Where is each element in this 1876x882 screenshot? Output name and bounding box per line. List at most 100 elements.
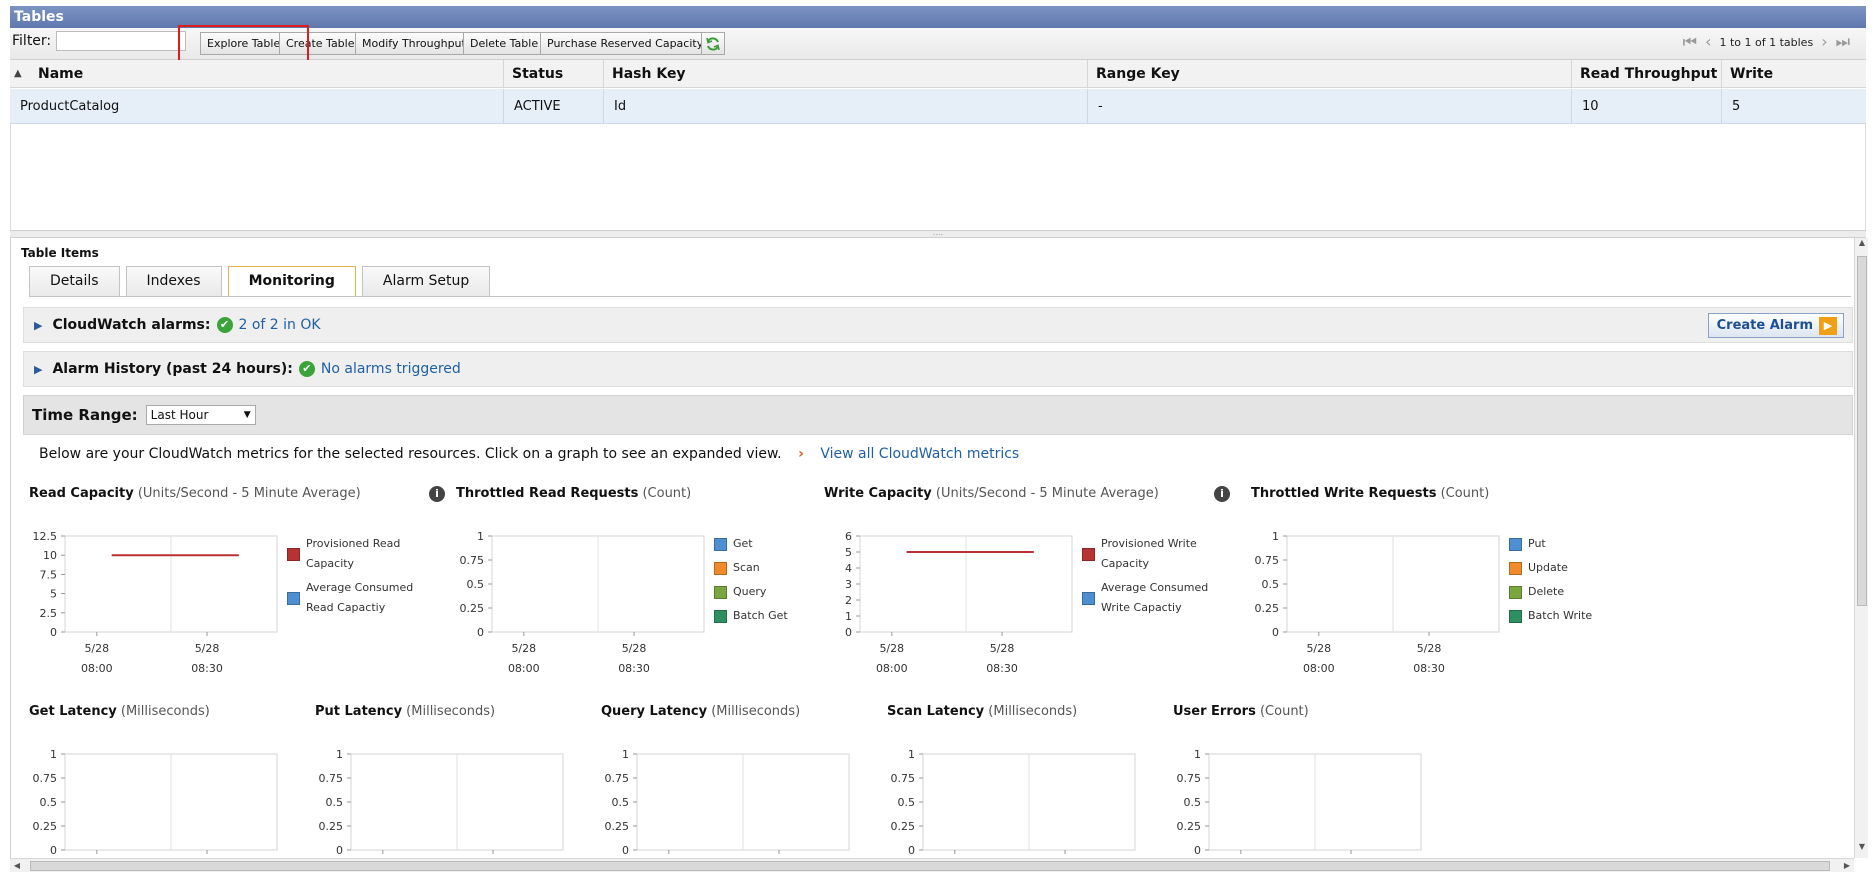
vertical-scroll-thumb[interactable]	[1857, 256, 1867, 606]
column-header-name[interactable]: ▲ Name	[10, 60, 504, 88]
delete-table-button[interactable]: Delete Table	[463, 32, 546, 55]
y-tick-label: 1	[622, 748, 629, 761]
table-row[interactable]: ProductCatalog ACTIVE Id - 10 5	[10, 89, 1866, 124]
last-page-icon[interactable]: ⏭	[1836, 34, 1850, 50]
legend-swatch	[287, 548, 300, 561]
y-tick-label: 0	[1272, 626, 1279, 639]
y-tick-label: 0.5	[467, 578, 485, 591]
y-tick-label: 0	[336, 844, 343, 857]
legend-swatch	[714, 610, 727, 623]
column-header-name-label: Name	[38, 66, 84, 82]
table-items-title: Table Items	[21, 246, 99, 260]
cloudwatch-alarms-label: CloudWatch alarms:	[52, 317, 211, 333]
legend-label: Query	[733, 585, 767, 598]
chart-title: Scan Latency (Milliseconds)	[887, 704, 1077, 719]
chart-throttled-read-requests[interactable]: Throttled Read Requests (Count) 1 0.75 0.5 0…	[456, 486, 876, 696]
y-tick-label: 0.25	[460, 602, 485, 615]
y-tick-label: 0.25	[1177, 820, 1202, 833]
chart-write-capacity[interactable]: Write Capacity (Units/Second - 5 Minute …	[824, 486, 1244, 696]
next-page-icon[interactable]: ›	[1821, 34, 1827, 50]
view-all-metrics-link[interactable]: View all CloudWatch metrics	[820, 446, 1019, 462]
y-tick-label: 0.75	[1177, 772, 1202, 785]
tab-details[interactable]: Details	[29, 266, 120, 297]
tab-monitoring[interactable]: Monitoring	[227, 266, 356, 297]
alarms-status-link[interactable]: 2 of 2 in OK	[239, 317, 321, 333]
y-tick-label: 0.5	[40, 796, 58, 809]
create-alarm-button[interactable]: Create Alarm ▶	[1707, 313, 1844, 338]
panel-splitter[interactable]: ....	[10, 229, 1866, 238]
chart-plot: 10.750.50.2505/285/28	[1177, 748, 1422, 857]
legend-item[interactable]: Provisioned Write Capacity	[1082, 534, 1222, 574]
y-tick-label: 0.75	[605, 772, 630, 785]
legend-item[interactable]: Put	[1509, 534, 1649, 554]
x-tick-label: 5/28	[1417, 642, 1442, 655]
x-tick-label: 08:30	[986, 662, 1018, 675]
scroll-up-icon[interactable]: ▲	[1855, 238, 1869, 254]
time-range-select[interactable]: Last Hour ▼	[145, 405, 256, 425]
explore-table-button[interactable]: Explore Table	[200, 32, 288, 55]
legend-item[interactable]: Average Consumed Write Capactiy	[1082, 578, 1222, 618]
chart-title: Read Capacity (Units/Second - 5 Minute A…	[29, 486, 361, 501]
column-header-range-key[interactable]: Range Key	[1088, 60, 1572, 88]
cell-write-throughput: 5	[1732, 99, 1741, 114]
chart-title: Throttled Write Requests (Count)	[1251, 486, 1489, 501]
chart-title-text: Read Capacity	[29, 486, 134, 501]
expand-arrow-icon[interactable]: ▶	[34, 319, 42, 332]
info-icon[interactable]: i	[1214, 486, 1230, 502]
column-header-status[interactable]: Status	[504, 60, 604, 88]
horizontal-scrollbar[interactable]: ◀ ▶	[10, 858, 1854, 872]
y-tick-label: 0.25	[1255, 602, 1280, 615]
chart-unit-text: (Count)	[638, 486, 692, 501]
create-table-button[interactable]: Create Table	[279, 32, 362, 55]
expand-arrow-icon[interactable]: ▶	[34, 363, 42, 376]
alarm-history-bar: ▶ Alarm History (past 24 hours): ✔ No al…	[23, 351, 1853, 387]
legend-label: Put	[1528, 537, 1546, 550]
horizontal-scroll-thumb[interactable]	[30, 861, 1830, 871]
legend-item[interactable]: Batch Write	[1509, 606, 1649, 626]
chart-throttled-write-requests[interactable]: Throttled Write Requests (Count) 1 0.75 0.5…	[1251, 486, 1671, 696]
vertical-scrollbar[interactable]: ▲ ▼	[1854, 238, 1868, 858]
refresh-button[interactable]	[701, 32, 725, 55]
tab-indexes[interactable]: Indexes	[125, 266, 222, 297]
first-page-icon[interactable]: ⏮	[1683, 34, 1697, 50]
dynamodb-console: Tables Filter: Explore Table Create Tabl…	[0, 0, 1876, 882]
y-tick-label: 5	[845, 546, 852, 559]
cell-hash-key: Id	[604, 89, 1088, 124]
purchase-reserved-capacity-button[interactable]: Purchase Reserved Capacity	[540, 32, 711, 55]
chart-unit-text: (Milliseconds)	[707, 704, 801, 719]
legend-item[interactable]: Delete	[1509, 582, 1649, 602]
y-tick-label: 0.5	[612, 796, 630, 809]
y-tick-label: 7.5	[40, 568, 58, 581]
y-tick-label: 0	[908, 844, 915, 857]
chart-unit-text: (Units/Second - 5 Minute Average)	[931, 486, 1159, 501]
modify-throughput-button[interactable]: Modify Throughput	[355, 32, 473, 55]
chart-user-errors[interactable]: User Errors (Count)10.750.50.2505/285/28	[1173, 704, 1593, 858]
info-icon[interactable]: i	[429, 486, 445, 502]
y-tick-label: 1	[477, 530, 484, 543]
tabs-divider	[29, 296, 1851, 297]
tab-alarm-setup[interactable]: Alarm Setup	[361, 266, 491, 297]
prev-page-icon[interactable]: ‹	[1705, 34, 1711, 50]
legend-item[interactable]: Average Consumed Read Capactiy	[287, 578, 427, 618]
chevron-right-icon: ›	[798, 446, 804, 462]
scroll-right-icon[interactable]: ▶	[1840, 859, 1854, 873]
cell-status: ACTIVE	[504, 89, 604, 124]
column-header-hash-key[interactable]: Hash Key	[604, 60, 1088, 88]
chart-unit-text: (Milliseconds)	[402, 704, 496, 719]
y-tick-label: 0.25	[891, 820, 916, 833]
scroll-left-icon[interactable]: ◀	[10, 859, 24, 873]
alarm-history-status-link[interactable]: No alarms triggered	[321, 361, 461, 377]
legend-item[interactable]: Provisioned Read Capacity	[287, 534, 427, 574]
y-tick-label: 0	[622, 844, 629, 857]
y-tick-label: 4	[845, 562, 852, 575]
scroll-down-icon[interactable]: ▼	[1855, 842, 1869, 858]
table-items-panel: Table Items Details Indexes Monitoring A…	[10, 238, 1854, 858]
column-header-write-throughput[interactable]: Write Throughput	[1722, 60, 1866, 110]
x-tick-label: 5/28	[511, 642, 536, 655]
tables-grid-header: ▲ Name Status Hash Key Range Key Read Th…	[10, 60, 1866, 110]
filter-input[interactable]	[56, 31, 186, 51]
column-header-read-throughput[interactable]: Read Throughput	[1572, 60, 1722, 88]
chart-read-capacity[interactable]: Read Capacity (Units/Second - 5 Minute A…	[29, 486, 449, 696]
y-tick-label: 0	[477, 626, 484, 639]
legend-item[interactable]: Update	[1509, 558, 1649, 578]
